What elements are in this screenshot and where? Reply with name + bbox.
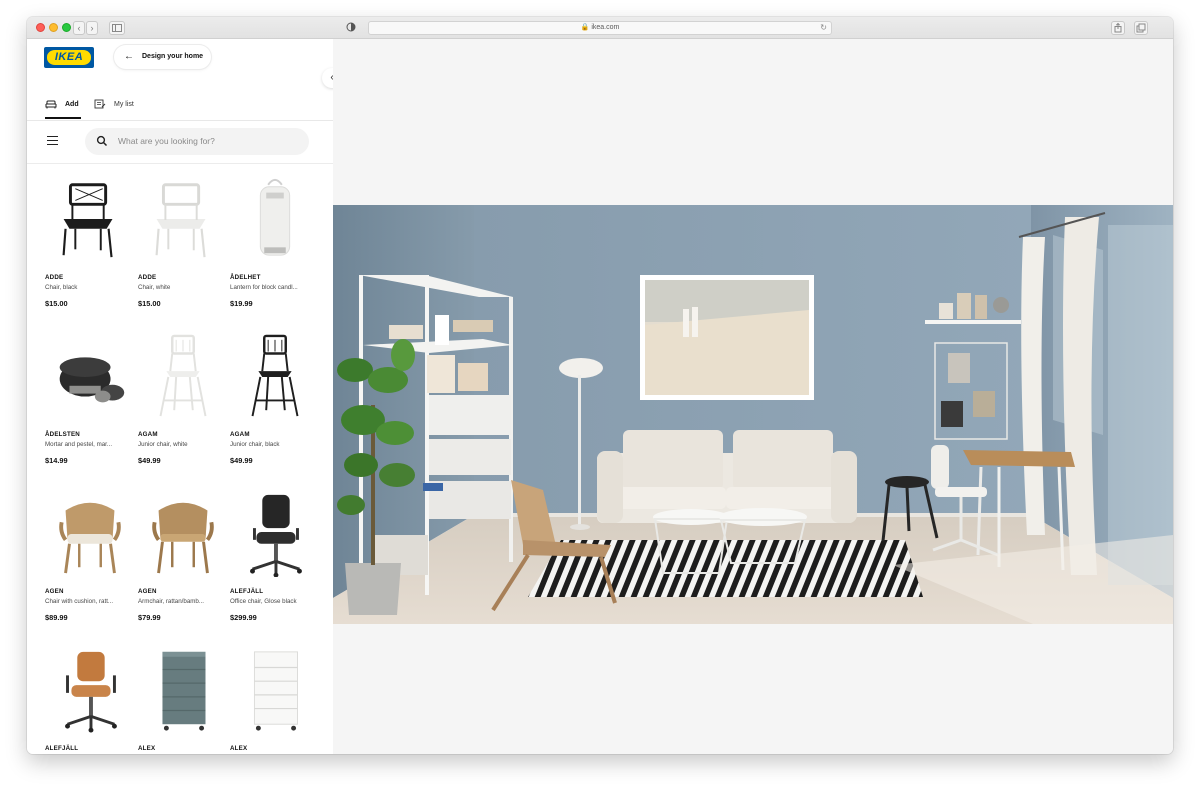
privacy-shield-icon[interactable] (344, 21, 358, 35)
design-your-home-button[interactable]: ← Design your home (114, 45, 211, 69)
product-price: $19.99 (230, 299, 253, 308)
tab-my-list-label: My list (114, 101, 134, 108)
product-price: $299.99 (230, 613, 257, 622)
coffee-table (653, 509, 729, 525)
sofa-icon (45, 100, 57, 109)
product-card[interactable]: AGAM Junior chair, black $49.99 (230, 332, 320, 489)
product-card[interactable]: AGAM Junior chair, white $49.99 (138, 332, 228, 489)
product-card[interactable]: ALEXDrawer unit on casters,... (138, 646, 228, 754)
search-placeholder: What are you looking for? (118, 136, 215, 146)
product-name: AGAM (138, 431, 158, 438)
arrow-left-icon: ← (124, 51, 134, 62)
product-image[interactable] (45, 489, 135, 577)
browser-forward-button[interactable]: › (86, 21, 98, 35)
product-image[interactable] (45, 646, 135, 734)
product-name: ALEX (230, 745, 248, 752)
product-price: $89.99 (45, 613, 68, 622)
product-image[interactable] (230, 175, 320, 263)
product-image[interactable] (138, 646, 228, 734)
product-price: $49.99 (138, 456, 161, 465)
product-card[interactable]: AGEN Armchair, rattan/bamb... $79.99 (138, 489, 228, 646)
product-image[interactable] (45, 175, 135, 263)
room-planner-canvas[interactable] (333, 39, 1173, 754)
product-description: Office chair, Glose black (230, 598, 297, 605)
product-name: ALEFJÄLL (45, 745, 79, 752)
minimize-window-button[interactable] (49, 23, 58, 32)
product-name: AGEN (138, 588, 157, 595)
product-card[interactable]: ADDE Chair, white $15.00 (138, 175, 228, 332)
close-window-button[interactable] (36, 23, 45, 32)
active-tab-indicator (45, 117, 81, 119)
product-card[interactable]: ÅDELHET Lantern for block candl... $19.99 (230, 175, 320, 332)
product-description: Chair, black (45, 284, 78, 291)
product-price: $14.99 (45, 456, 68, 465)
tabs-overview-icon[interactable] (1134, 21, 1148, 35)
desktop-background: ‹ › 🔒 ikea.com ↻ IKEA ← Design your home… (0, 0, 1200, 791)
product-name: AGAM (230, 431, 250, 438)
product-card[interactable]: AGEN Chair with cushion, ratt... $89.99 (45, 489, 135, 646)
zoom-window-button[interactable] (62, 23, 71, 32)
product-image[interactable] (45, 332, 135, 420)
product-name: AGEN (45, 588, 64, 595)
divider (27, 163, 333, 164)
product-image[interactable] (138, 332, 228, 420)
product-description: Mortar and pestel, mar... (45, 441, 113, 448)
product-price: $15.00 (138, 299, 161, 308)
product-description: Chair with cushion, ratt... (45, 598, 114, 605)
product-description: Junior chair, white (138, 441, 188, 448)
product-card[interactable]: ÅDELSTEN Mortar and pestel, mar... $14.99 (45, 332, 135, 489)
lock-icon: 🔒 (580, 24, 590, 31)
product-card[interactable]: ALEFJÄLLOffice chair, Grann gol... (45, 646, 135, 754)
search-input[interactable]: What are you looking for? (85, 128, 309, 155)
product-card[interactable]: ADDE Chair, black $15.00 (45, 175, 135, 332)
logo-text: IKEA (47, 50, 91, 65)
list-icon (94, 99, 106, 109)
product-name: ADDE (45, 274, 64, 281)
divider (27, 120, 333, 121)
collapse-panel-button[interactable]: ‹ (322, 68, 333, 88)
menu-icon[interactable] (47, 136, 58, 145)
design-your-home-label: Design your home (142, 53, 204, 60)
product-image[interactable] (230, 489, 320, 577)
search-icon (96, 135, 108, 147)
product-price: $15.00 (45, 299, 68, 308)
product-card[interactable]: ALEXDrawer unit on casters,... (230, 646, 320, 754)
product-description: Chair, white (138, 284, 171, 291)
product-image[interactable] (230, 332, 320, 420)
url-text: ikea.com (591, 24, 620, 31)
reload-icon[interactable]: ↻ (820, 22, 827, 34)
address-bar[interactable]: 🔒 ikea.com ↻ (368, 21, 832, 35)
product-image[interactable] (138, 489, 228, 577)
product-panel: IKEA ← Design your home Add My list What… (27, 39, 333, 754)
product-name: ÅDELHET (230, 274, 261, 281)
share-icon[interactable] (1111, 21, 1125, 35)
product-description: Junior chair, black (230, 441, 280, 448)
product-name: ÅDELSTEN (45, 431, 80, 438)
browser-titlebar: ‹ › 🔒 ikea.com ↻ (27, 17, 1173, 39)
tab-add-label: Add (65, 101, 79, 108)
product-image[interactable] (138, 175, 228, 263)
product-card[interactable]: ALEFJÄLL Office chair, Glose black $299.99 (230, 489, 320, 646)
product-description: Lantern for block candl... (230, 284, 298, 291)
browser-window: ‹ › 🔒 ikea.com ↻ IKEA ← Design your home… (27, 17, 1173, 754)
ikea-logo[interactable]: IKEA (44, 47, 94, 68)
product-name: ALEFJÄLL (230, 588, 264, 595)
product-name: ADDE (138, 274, 157, 281)
product-price: $49.99 (230, 456, 253, 465)
product-image[interactable] (230, 646, 320, 734)
room-3d-view[interactable] (333, 205, 1173, 624)
browser-back-button[interactable]: ‹ (73, 21, 85, 35)
product-description: Armchair, rattan/bamb... (138, 598, 205, 605)
sidebar-toggle-icon[interactable] (109, 21, 125, 35)
product-price: $79.99 (138, 613, 161, 622)
product-name: ALEX (138, 745, 156, 752)
